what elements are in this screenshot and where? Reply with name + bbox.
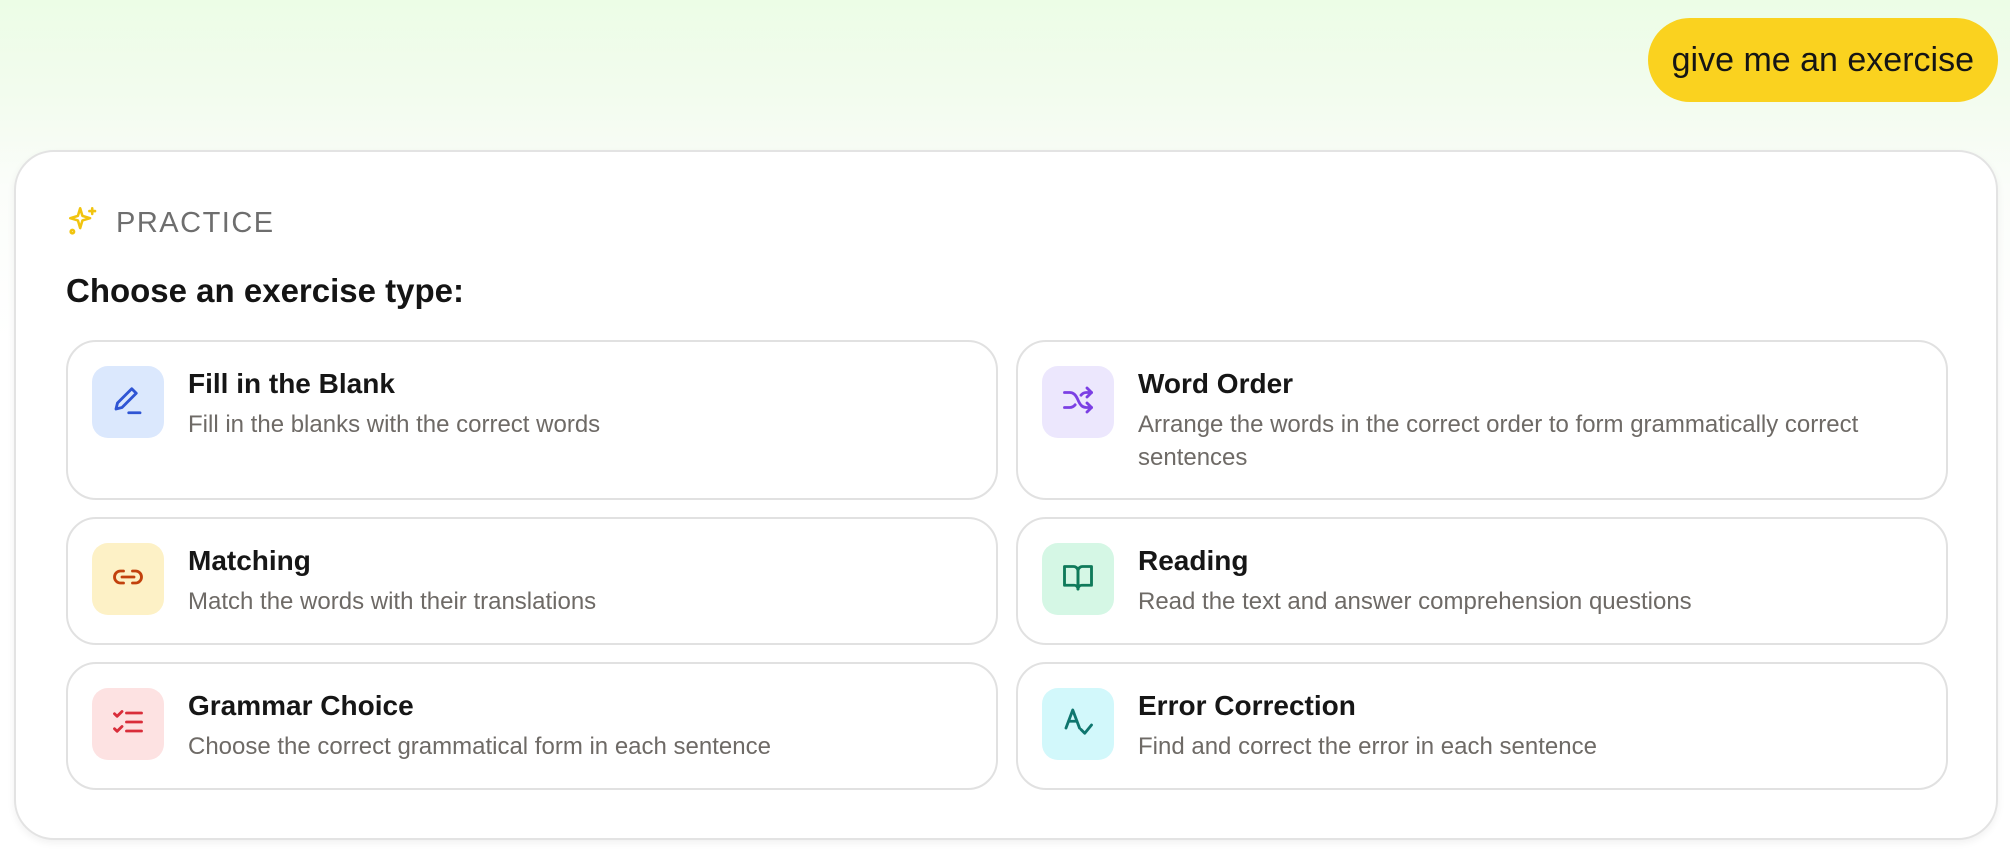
option-grammar-choice[interactable]: Grammar Choice Choose the correct gramma… — [66, 662, 998, 790]
option-description: Find and correct the error in each sente… — [1138, 733, 1597, 760]
option-description: Fill in the blanks with the correct word… — [188, 411, 601, 438]
checklist-icon — [110, 704, 146, 745]
option-title: Grammar Choice — [188, 690, 414, 721]
practice-label: PRACTICE — [116, 207, 275, 239]
option-description: Choose the correct grammatical form in e… — [188, 733, 771, 760]
option-word-order[interactable]: Word Order Arrange the words in the corr… — [1016, 340, 1948, 500]
practice-card: PRACTICE Choose an exercise type: Fill i… — [14, 150, 1998, 840]
pencil-icon — [110, 382, 146, 423]
option-title: Reading — [1138, 545, 1249, 576]
option-description: Match the words with their translations — [188, 588, 597, 615]
practice-title: Choose an exercise type: — [66, 272, 464, 309]
option-title: Fill in the Blank — [188, 368, 395, 399]
exercise-options-grid: Fill in the Blank Fill in the blanks wit… — [66, 340, 1950, 790]
option-icon-box — [92, 543, 164, 615]
option-error-correction[interactable]: Error Correction Find and correct the er… — [1016, 662, 1948, 790]
option-title: Word Order — [1138, 368, 1294, 399]
sparkles-icon — [66, 204, 100, 243]
chat-view: give me an exercise PRACTICE Choose an e… — [0, 0, 2010, 856]
link-icon — [110, 559, 146, 600]
option-description: Arrange the words in the correct order t… — [1138, 411, 1859, 471]
option-description: Read the text and answer comprehension q… — [1138, 588, 1692, 615]
option-icon-box — [1042, 366, 1114, 438]
shuffle-icon — [1060, 382, 1096, 423]
option-title: Error Correction — [1138, 690, 1356, 721]
option-reading[interactable]: Reading Read the text and answer compreh… — [1016, 517, 1948, 645]
option-icon-box — [1042, 543, 1114, 615]
user-message-bubble: give me an exercise — [1647, 18, 1998, 102]
option-matching[interactable]: Matching Match the words with their tran… — [66, 517, 998, 645]
option-title: Matching — [188, 545, 311, 576]
practice-header: PRACTICE — [66, 204, 275, 243]
user-message-text: give me an exercise — [1671, 40, 1974, 79]
option-fill-in-the-blank[interactable]: Fill in the Blank Fill in the blanks wit… — [66, 340, 998, 500]
option-icon-box — [92, 366, 164, 438]
spell-check-icon — [1060, 704, 1096, 745]
book-icon — [1060, 559, 1096, 600]
option-icon-box — [92, 688, 164, 760]
option-icon-box — [1042, 688, 1114, 760]
